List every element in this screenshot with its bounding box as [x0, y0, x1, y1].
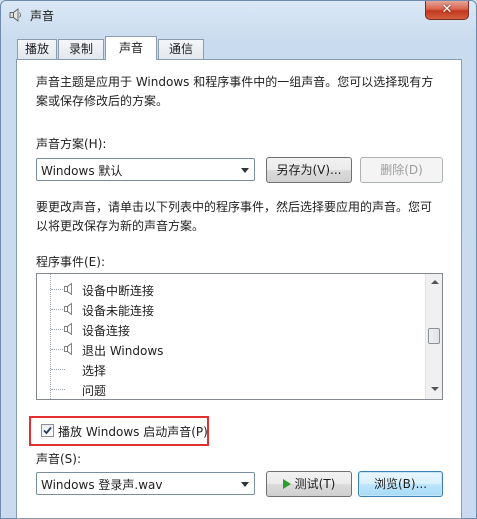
tab-sounds[interactable]: 声音 [105, 36, 157, 60]
list-item[interactable]: 退出 Windows [37, 339, 425, 359]
startup-sound-checkbox[interactable] [41, 424, 54, 437]
tree-connector [51, 369, 65, 370]
speaker-icon [64, 302, 72, 316]
checkmark-icon [43, 426, 52, 435]
play-icon [282, 479, 291, 489]
list-item[interactable]: 设备未能连接 [37, 299, 425, 319]
intro-text-line1: 声音主题是应用于 Windows 和程序事件中的一组声音。您可以选择现有方 [36, 75, 434, 89]
startup-sound-highlight: 播放 Windows 启动声音(P) [29, 416, 209, 446]
speaker-icon [9, 8, 21, 22]
program-events-list[interactable]: 设备中断连接 设备未能连接 设备连接 退出 Windows 选择 问题 [36, 273, 443, 400]
sound-file-dropdown[interactable]: Windows 登录声.wav [36, 472, 255, 495]
test-button-label: 测试(T) [294, 477, 336, 491]
list-item[interactable]: 设备中断连接 [37, 279, 425, 299]
tab-label: 播放 [24, 42, 49, 56]
save-as-button[interactable]: 另存为(V)... [266, 157, 352, 183]
event-label: 退出 Windows [82, 344, 164, 358]
scheme-label: 声音方案(H): [36, 137, 107, 151]
startup-sound-label[interactable]: 播放 Windows 启动声音(P) [58, 423, 208, 440]
tab-communications[interactable]: 通信 [158, 39, 204, 59]
list-item[interactable]: 设备连接 [37, 319, 425, 339]
title-bar: 声音 ✕ [1, 1, 476, 29]
speaker-icon [64, 342, 72, 356]
speaker-icon [64, 322, 72, 336]
speaker-icon [64, 282, 72, 296]
event-label: 选择 [82, 364, 107, 378]
event-label: 设备中断连接 [82, 284, 155, 298]
test-button[interactable]: 测试(T) [266, 471, 352, 497]
tab-label: 声音 [118, 41, 143, 55]
sound-label: 声音(S): [36, 452, 82, 466]
delete-button[interactable]: 删除(D) [360, 157, 443, 183]
tab-playback[interactable]: 播放 [17, 39, 57, 59]
event-label: 设备未能连接 [82, 304, 155, 318]
browse-button[interactable]: 浏览(B)... [358, 471, 443, 497]
tree-connector [51, 389, 65, 390]
events-scrollbar[interactable] [425, 274, 442, 399]
close-icon: ✕ [441, 2, 453, 17]
chevron-down-icon [241, 168, 249, 173]
scroll-up-arrow-icon[interactable] [431, 280, 439, 284]
sound-dialog-window: 声音 ✕ 播放 录制 声音 通信 声音主题是应用于 Windows 和程序事件中… [0, 0, 477, 519]
event-label: 设备连接 [82, 324, 131, 338]
tab-label: 录制 [68, 42, 93, 56]
chevron-down-icon [241, 482, 249, 487]
sound-scheme-dropdown[interactable]: Windows 默认 [36, 158, 255, 181]
event-label: 问题 [82, 384, 107, 398]
scroll-down-arrow-icon[interactable] [431, 387, 439, 391]
instructions-text-line2: 以将更改保存为新的声音方案。 [36, 219, 205, 233]
sound-file-value: Windows 登录声.wav [41, 478, 163, 492]
list-item[interactable]: 问题 [37, 379, 425, 399]
tab-label: 通信 [168, 42, 193, 56]
intro-text-line2: 案或保存修改后的方案。 [36, 94, 169, 108]
sound-scheme-value: Windows 默认 [41, 164, 123, 178]
instructions-text-line1: 要更改声音，请单击以下列表中的程序事件，然后选择要应用的声音。您可 [36, 200, 433, 214]
scrollbar-thumb[interactable] [428, 328, 440, 344]
program-events-label: 程序事件(E): [36, 255, 105, 269]
close-button[interactable]: ✕ [425, 1, 469, 20]
tab-recording[interactable]: 录制 [58, 39, 104, 59]
sounds-tab-panel: 声音主题是应用于 Windows 和程序事件中的一组声音。您可以选择现有方 案或… [16, 59, 462, 519]
window-title: 声音 [30, 9, 55, 23]
list-item[interactable]: 选择 [37, 359, 425, 379]
